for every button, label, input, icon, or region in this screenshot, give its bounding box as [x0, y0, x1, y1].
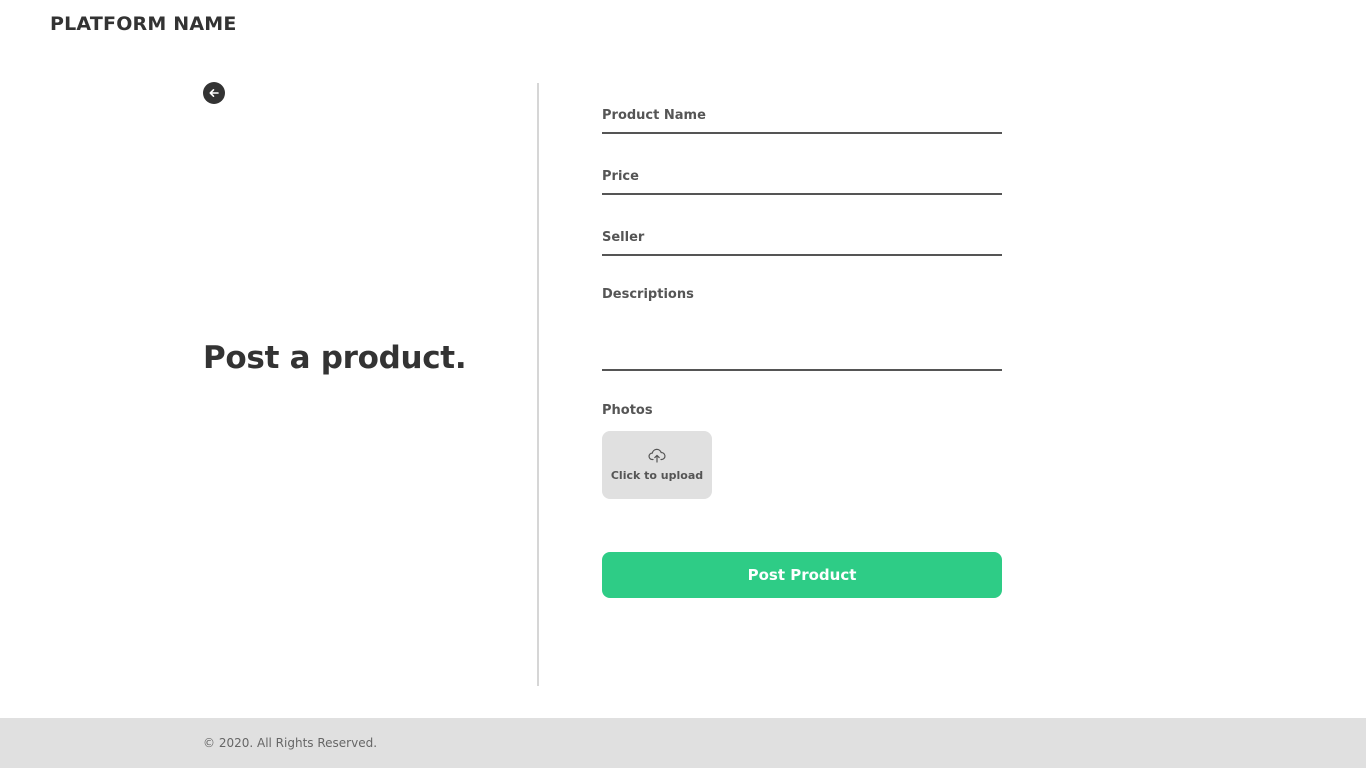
back-button[interactable]: [203, 82, 225, 104]
arrow-left-icon: [208, 87, 220, 99]
product-name-field-wrapper: [602, 104, 1002, 134]
copyright-text: © 2020. All Rights Reserved.: [203, 736, 378, 750]
descriptions-field-wrapper: [602, 287, 1002, 371]
post-product-button[interactable]: Post Product: [602, 552, 1002, 598]
photo-upload-button[interactable]: Click to upload: [602, 431, 712, 499]
price-field-wrapper: [602, 165, 1002, 195]
seller-input[interactable]: [602, 230, 1002, 245]
vertical-divider: [537, 83, 539, 686]
footer: © 2020. All Rights Reserved.: [0, 718, 1366, 768]
cloud-upload-icon: [648, 448, 666, 463]
photos-label: Photos: [602, 403, 653, 418]
platform-name: PLATFORM NAME: [50, 13, 237, 35]
descriptions-textarea[interactable]: [602, 287, 1002, 357]
seller-field-wrapper: [602, 226, 1002, 256]
price-input[interactable]: [602, 169, 1002, 184]
upload-label: Click to upload: [610, 469, 704, 482]
product-name-input[interactable]: [602, 108, 1002, 123]
page-title: Post a product.: [203, 340, 467, 376]
